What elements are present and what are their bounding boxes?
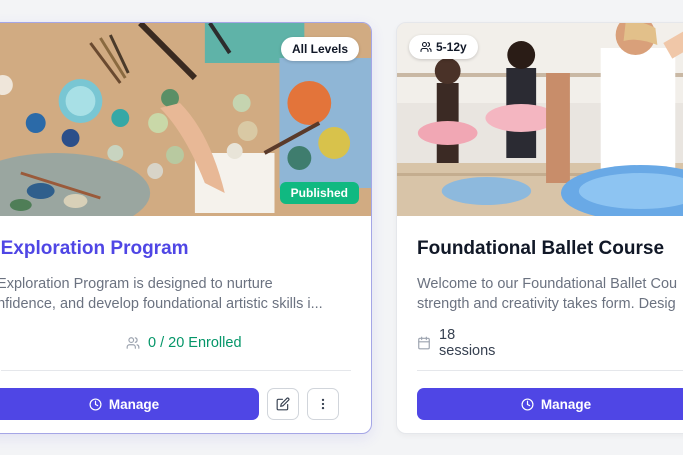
more-vertical-icon (321, 398, 325, 410)
edit-button[interactable] (267, 388, 299, 420)
description-line: onfidence, and develop foundational arti… (0, 296, 323, 312)
age-range: 5-12y (436, 40, 467, 54)
description-line: t Exploration Program is designed to nur… (0, 276, 273, 292)
course-meta: 18 sessions 0 (417, 327, 683, 359)
course-grid: All Levels Published t Exploration Progr… (0, 0, 683, 455)
clock-icon (521, 397, 534, 411)
calendar-icon (418, 336, 430, 350)
course-image-art: All Levels Published (0, 23, 371, 216)
divider (417, 370, 683, 371)
enrollment-meta: 0 / 20 Enrolled (1, 333, 351, 353)
users-icon (420, 41, 432, 53)
clock-icon (89, 397, 102, 411)
course-description: t Exploration Program is designed to nur… (0, 274, 351, 314)
card-actions: Manage (0, 388, 351, 420)
divider (1, 370, 351, 371)
course-title[interactable]: t Exploration Program (0, 238, 351, 260)
course-title[interactable]: Foundational Ballet Course (417, 238, 683, 260)
status-badge: Published (279, 182, 359, 204)
course-description: Welcome to our Foundational Ballet Cou s… (417, 274, 683, 314)
manage-label: Manage (540, 396, 592, 412)
course-image-ballet: 5-12y (397, 23, 683, 216)
more-options-button[interactable] (307, 388, 339, 420)
course-card-art-exploration[interactable]: All Levels Published t Exploration Progr… (0, 22, 372, 434)
manage-button[interactable]: Manage (0, 388, 259, 420)
pencil-square-icon (276, 397, 290, 411)
session-count: 18 sessions (439, 327, 496, 359)
manage-label: Manage (108, 396, 160, 412)
manage-button[interactable]: Manage (417, 388, 683, 420)
description-line: strength and creativity takes form. Desi… (417, 296, 676, 312)
description-line: Welcome to our Foundational Ballet Cou (417, 276, 678, 292)
course-card-foundational-ballet[interactable]: 5-12y Foundational Ballet Course Welcome… (396, 22, 683, 434)
users-icon (126, 337, 140, 349)
level-badge: All Levels (280, 37, 359, 61)
age-badge: 5-12y (409, 35, 478, 59)
enrolled-count: 0 / 20 Enrolled (148, 335, 242, 351)
card-actions: Manage (417, 388, 683, 420)
